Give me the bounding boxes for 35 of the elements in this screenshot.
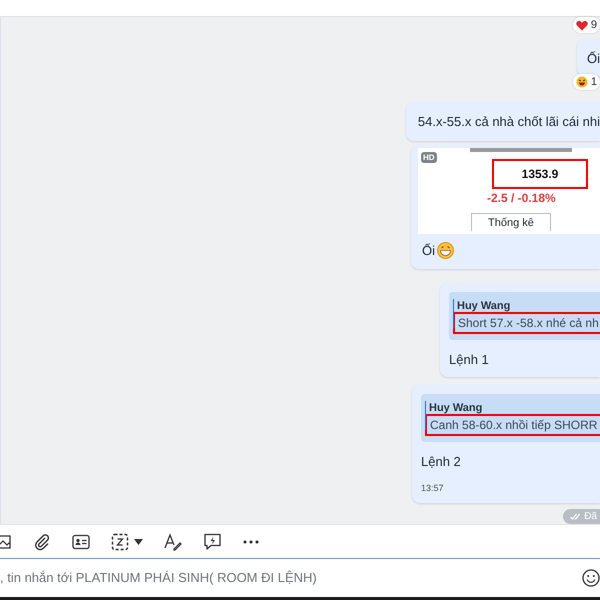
grinning-emoji-icon [437, 242, 454, 260]
reaction-count: 9 [590, 19, 597, 32]
laughing-emoji-icon [576, 76, 588, 88]
message-text: Ối [587, 51, 600, 66]
message-input[interactable]: , tin nhắn tới PLATINUM PHÁI SINH( ROOM ĐI LỆNH) [0, 570, 582, 586]
quoted-message[interactable]: Huy Wang Canh 58-60.x nhồi tiếp SHORR [421, 394, 600, 442]
double-check-icon [570, 513, 582, 520]
status-text: Đã [584, 511, 597, 522]
message-text: Lệnh 2 [421, 454, 462, 470]
quote-author: Huy Wang [457, 300, 512, 312]
image-icon[interactable] [0, 534, 12, 550]
hd-badge: HD [421, 152, 437, 164]
message-text: Lệnh 1 [449, 352, 490, 368]
contact-card-icon[interactable] [72, 534, 90, 550]
message-text: 54.x-55.x cả nhà chốt lãi cái nhi [418, 114, 600, 130]
quote-text: Short 57.x -58.x nhé cả nh [453, 312, 600, 334]
reaction-pill[interactable]: 1 [572, 74, 600, 90]
price-value: 1353.9 [492, 159, 588, 190]
paperclip-icon[interactable] [33, 532, 51, 551]
reaction-pill[interactable]: 9 [572, 17, 600, 34]
smiley-icon[interactable] [582, 568, 600, 587]
quick-message-icon[interactable] [203, 532, 222, 551]
screenshot-dropdown-button[interactable] [111, 532, 143, 551]
message-time: 13:57 [421, 483, 445, 494]
text-format-icon[interactable] [164, 532, 182, 551]
more-options-icon[interactable] [243, 540, 259, 544]
quote-author: Huy Wang [429, 402, 484, 414]
reaction-count: 1 [590, 76, 597, 88]
price-change: -2.5 / -0.18% [487, 191, 556, 206]
heart-icon [576, 20, 588, 31]
caret-icon [134, 538, 143, 545]
screen-capture-icon [111, 532, 129, 551]
quoted-message[interactable]: Huy Wang Short 57.x -58.x nhé cả nh [449, 292, 600, 340]
message-text: Ối [422, 243, 435, 258]
quote-text: Canh 58-60.x nhồi tiếp SHORR [425, 414, 600, 436]
